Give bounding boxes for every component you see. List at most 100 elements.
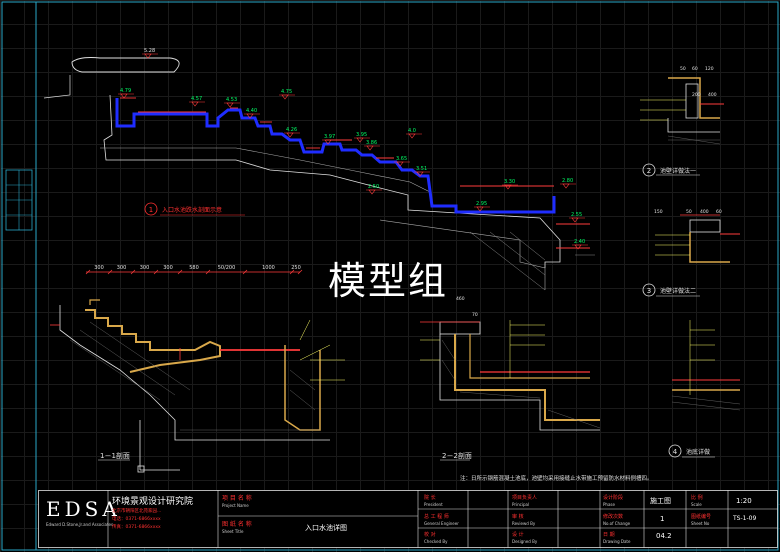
engineer-en: General Engineer — [424, 521, 459, 526]
change-en: No.of Change — [603, 521, 631, 526]
sheet-no-en: Sheet No — [691, 521, 710, 526]
detail-4-drawing — [671, 320, 741, 411]
section-1-number: 1 — [149, 206, 153, 214]
cascade-water-liner — [115, 98, 556, 214]
phase-label: 设计阶段 — [603, 495, 624, 501]
section-2-label: 池壁详做法一 — [660, 167, 696, 175]
section-1-1-stone-steps — [85, 309, 221, 373]
small-dimension-value: 70 — [472, 312, 478, 318]
project-name-label: 项 目 名 称 — [222, 495, 252, 502]
section-2-2-hatch — [441, 339, 601, 429]
section-3-label: 池壁详做法二 — [660, 287, 696, 295]
elevation-mark: 2.50 — [366, 184, 382, 195]
construction-note: 注：日所示钢筋混凝土池底，池壁均采用接缝止水带施工预留防水材料例槽四。 — [460, 474, 653, 482]
scale-en: Scale — [691, 502, 702, 507]
cascade-cap-stone — [71, 57, 180, 73]
elevation-value: 3.51 — [416, 166, 427, 172]
section-3-number: 3 — [647, 287, 651, 295]
dimension-value: 300 — [163, 265, 173, 271]
elevation-mark: 2.80 — [560, 178, 576, 189]
elevation-mark: 3.86 — [364, 140, 380, 151]
company-logo-sub: Edward D.Stone,Jr.and Associates — [46, 522, 114, 527]
section-2-2-leaders — [420, 320, 545, 378]
reviewed-en: Reviewd By — [512, 521, 536, 526]
section-1-label: 入口水池跌水剖面示意 — [162, 206, 222, 214]
elevation-mark: 2.95 — [474, 201, 490, 212]
elevation-mark: 4.79 — [118, 88, 134, 99]
section-1-1-hatch — [69, 321, 320, 431]
small-dimension-value: 150 — [654, 209, 663, 215]
dimension-value: 250 — [291, 265, 301, 271]
elevation-value: 4.0 — [408, 128, 416, 134]
engineer-label: 总 工 程 师 — [424, 514, 449, 520]
sheet-no-label: 图纸编号 — [691, 514, 712, 520]
phase-value: 施工图 — [650, 497, 671, 505]
elevation-value: 4.75 — [281, 89, 292, 95]
elevation-value: 4.53 — [226, 97, 237, 103]
date-en: Drawing Date — [603, 539, 631, 544]
small-dimension-value: 400 — [708, 92, 717, 98]
small-dimension-value: 200 — [692, 92, 701, 98]
section-2-2-wall — [454, 334, 600, 421]
elevation-value: 3.97 — [324, 134, 335, 140]
elevation-mark: 5.28 — [142, 48, 158, 59]
sheet-title-label: 图 纸 名 称 — [222, 521, 252, 528]
water-surface-lines — [120, 97, 590, 249]
small-dimension-value: 50 — [680, 66, 686, 72]
change-value: 1 — [660, 515, 665, 523]
elevation-value: 2.80 — [562, 178, 573, 184]
dimension-value: 580 — [189, 265, 199, 271]
small-dimension-value: 60 — [692, 66, 698, 72]
company-line-3: 传真：0371-6866xxxx — [112, 525, 161, 530]
cad-drawing-canvas: { "watermark": "模型组", "sections": { "s1"… — [0, 0, 780, 552]
company-name: 环境景观设计研究院 — [112, 497, 194, 507]
checked-label: 校 对 — [424, 532, 436, 538]
scale-value: 1:20 — [736, 497, 752, 505]
sheet-title-value: 入口水池详图 — [305, 524, 347, 532]
elevation-value: 3.95 — [356, 132, 367, 138]
company-line-2: 电话：0371-6866xxxx — [112, 517, 161, 522]
section-1-1-drawing — [50, 299, 345, 473]
small-dimension-value: 400 — [700, 209, 709, 215]
change-label: 修改次数 — [603, 514, 624, 520]
dimension-value: 300 — [140, 265, 150, 271]
detail-3-drawing — [655, 214, 740, 263]
elevation-value: 4.40 — [246, 108, 257, 114]
designed-label: 设 计 — [512, 532, 524, 538]
small-dimension-value: 460 — [456, 296, 465, 302]
company-logo: EDSA — [46, 497, 121, 521]
elevation-mark: 4.0 — [406, 128, 422, 139]
sheet-title-en: Sheet Title — [222, 529, 244, 534]
dimension-value: 300 — [94, 265, 104, 271]
principal-label: 项目负责人 — [512, 495, 538, 501]
elevation-value: 4.57 — [191, 96, 202, 102]
president-label: 院 长 — [424, 495, 436, 501]
small-dimensions: 50 60 120 200 400 150 50 400 60 460 70 — [456, 66, 722, 318]
elevation-value: 2.55 — [571, 212, 582, 218]
elevation-mark: 2.55 — [569, 212, 585, 223]
elevation-mark: 4.53 — [224, 97, 240, 108]
elevation-mark: 4.75 — [279, 89, 295, 100]
section-2-number: 2 — [647, 167, 651, 175]
date-label: 日 期 — [603, 532, 615, 538]
dimension-line: 300 300 300 300 580 50/200 1000 250 — [85, 265, 303, 275]
elevation-value: 3.86 — [366, 140, 377, 146]
project-name-en: Project Name — [222, 503, 249, 508]
cascade-structure-outline — [103, 94, 561, 268]
elevation-value: 2.95 — [476, 201, 487, 207]
president-en: President — [424, 502, 443, 507]
elevation-mark: 3.30 — [502, 179, 518, 190]
elevation-value: 3.30 — [504, 179, 515, 185]
ucs-axis-icon — [137, 420, 180, 473]
elevation-mark: 2.40 — [572, 239, 588, 250]
cut-2-2-label: 2－2剖面 — [442, 451, 472, 460]
elevation-value: 2.40 — [574, 239, 585, 245]
detail-2-drawing — [640, 77, 724, 145]
small-dimension-value: 120 — [705, 66, 714, 72]
dimension-value: 1000 — [262, 265, 275, 271]
company-line-1: 北京市朝阳区北苑家园... — [112, 509, 162, 514]
section-2-2-drawing — [420, 320, 601, 431]
watermark-text: 模型组 — [328, 259, 449, 303]
section-1-1-leaders — [299, 319, 345, 381]
elevation-value: 2.50 — [368, 184, 379, 190]
